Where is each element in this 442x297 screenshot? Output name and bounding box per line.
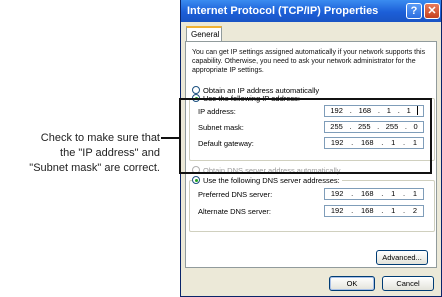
alternate-dns-label: Alternate DNS server:	[198, 207, 271, 216]
callout-line-1: Check to make sure that	[40, 132, 160, 144]
callout-pointer	[161, 137, 181, 139]
callout-text: Check to make sure that the "IP address"…	[0, 131, 160, 176]
cancel-button[interactable]: Cancel	[382, 276, 434, 291]
advanced-button[interactable]: Advanced...	[376, 250, 428, 265]
intro-text: You can get IP settings assigned automat…	[192, 49, 426, 74]
radio-icon[interactable]	[192, 176, 200, 184]
octet-2: 168	[360, 189, 374, 198]
octet-4: 1	[412, 189, 418, 198]
radio-label: Use the following DNS server addresses:	[203, 176, 340, 185]
octet-4: 2	[412, 206, 418, 215]
highlight-box	[179, 98, 432, 174]
tab-general[interactable]: General	[186, 26, 222, 42]
octet-1: 192	[330, 206, 344, 215]
callout-line-2: the "IP address" and	[60, 147, 160, 159]
octet-3: 1	[391, 206, 396, 215]
preferred-dns-label: Preferred DNS server:	[198, 190, 273, 199]
callout-line-3: "Subnet mask" are correct.	[29, 162, 160, 174]
octet-2: 168	[360, 206, 374, 215]
preferred-dns-field[interactable]: 192. 168. 1. 1	[324, 188, 424, 200]
help-icon[interactable]: ?	[406, 3, 422, 19]
title-bar: Internet Protocol (TCP/IP) Properties ? …	[181, 0, 441, 22]
octet-3: 1	[391, 189, 396, 198]
radio-use-following-dns[interactable]: Use the following DNS server addresses:	[192, 176, 342, 185]
close-icon[interactable]: ✕	[424, 3, 440, 19]
alternate-dns-field[interactable]: 192. 168. 1. 2	[324, 205, 424, 217]
radio-icon[interactable]	[192, 86, 200, 94]
ok-button[interactable]: OK	[329, 276, 375, 291]
octet-1: 192	[330, 189, 344, 198]
window-title: Internet Protocol (TCP/IP) Properties	[187, 5, 379, 17]
